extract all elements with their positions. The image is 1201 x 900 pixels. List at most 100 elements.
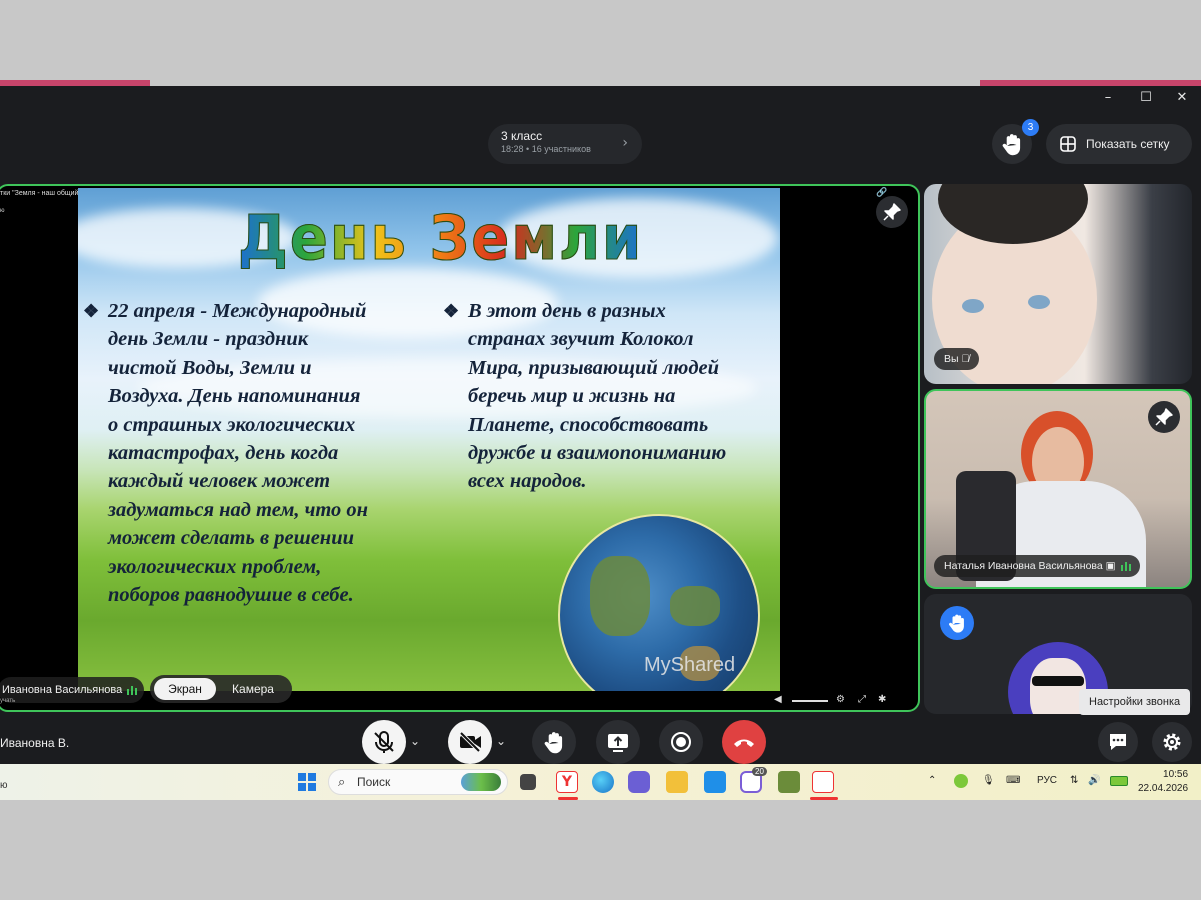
presenter-name-chip: Ивановна Васильянова [0,677,145,703]
slide-text-line: каждый человек может [108,470,331,493]
search-highlight-image [461,773,501,791]
record-button[interactable] [659,720,703,764]
self-video-tile[interactable]: Вы 🎙̸ [924,184,1192,384]
language-indicator[interactable]: РУС [1037,775,1057,786]
slide-text-line: Мира, призывающий людей [468,356,720,379]
participant-count: 16 участников [531,144,591,154]
settings-small-icon[interactable]: ⚙ [836,694,845,705]
windows-taskbar: ю ⌕ Поиск Y 20 ⌃ 🎙 ⌨ РУС ⇅ 🔊 10:56 22.04… [0,764,1201,800]
slide-text-line: о страшных экологических [108,413,356,436]
teacher-name: Наталья Ивановна Васильянова [944,560,1103,572]
self-name-label: Ивановна В. [0,736,70,750]
chat-button[interactable] [1098,722,1138,762]
shared-window-caption: учать [0,698,16,704]
chat-icon [1110,734,1126,750]
task-view-icon[interactable] [520,774,536,790]
tray-keyboard-icon[interactable]: ⌨ [1006,775,1020,786]
volume-icon[interactable]: ◀ [774,694,782,705]
slide-text-line: экологических проблем, [108,555,322,578]
raised-hand-indicator [940,606,974,640]
show-grid-button[interactable]: Показать сетку [1046,124,1192,164]
microphone-toggle-button[interactable] [362,720,406,764]
end-call-button[interactable] [722,720,766,764]
eye [1028,295,1050,309]
active-app-icon[interactable] [812,771,834,793]
tray-mic-icon[interactable]: 🎙 [982,775,995,786]
camera-off-icon [459,731,481,753]
edge-browser-icon[interactable] [592,771,614,793]
slide-left-column: ❖ 22 апреля - Международный день Земли -… [83,297,438,609]
audio-level-icon [1120,562,1131,571]
mic-off-icon: 🎙̸ [961,353,970,365]
screen-view-tab[interactable]: Экран [154,678,216,700]
slide-watermark: MyShared [644,654,736,676]
share-screen-button[interactable] [596,720,640,764]
windows-start-icon[interactable] [296,771,318,793]
hand-icon [949,614,964,633]
shared-document-subtitle: ю [0,208,5,214]
slide-text-line: чистой Воды, Земли и [108,356,312,379]
close-window-button[interactable]: ✕ [1172,88,1192,108]
slide-text-line: всех народов. [468,470,587,493]
globe-land [590,556,650,636]
teacher-video-tile[interactable]: Наталья Ивановна Васильянова ▣ [924,389,1192,589]
pin-participant-button[interactable] [1148,401,1180,433]
notification-badge: 20 [752,767,767,776]
pin-screen-button[interactable] [876,196,908,228]
diamond-bullet-icon: ❖ [443,301,460,321]
screen-share-view[interactable]: тки "Земля - наш общий дом" ю День Земли… [0,184,920,712]
slide-text-line: 22 апреля - Международный [108,300,367,322]
search-icon: ⌕ [338,774,346,789]
call-settings-button[interactable] [1152,722,1192,762]
minecraft-icon[interactable] [778,771,800,793]
share-small-icon[interactable]: ✱ [878,694,886,705]
conference-title: 3 класс [501,129,543,143]
raise-hand-button[interactable] [532,720,576,764]
taskbar-clock[interactable]: 10:56 22.04.2026 [1138,768,1188,796]
file-explorer-icon[interactable] [666,771,688,793]
tray-app-icon[interactable] [954,774,968,788]
minimize-button[interactable]: – [1098,88,1118,108]
sunglasses [1032,676,1084,686]
microphone-options-dropdown[interactable]: ⌄ [410,734,420,748]
camera-toggle-button[interactable] [448,720,492,764]
eye [962,299,984,313]
presentation-slide: День Земли ❖ 22 апреля - Международный д… [78,188,780,691]
tray-chevron-up-icon[interactable]: ⌃ [928,775,936,786]
maximize-button[interactable]: ☐ [1136,88,1156,108]
mic-off-icon [374,731,394,753]
screen-share-icon: ▣ [1105,560,1116,572]
slide-text-line: поборов равнодушие в себе. [108,584,354,607]
taskbar-search-box[interactable]: ⌕ Поиск [328,769,508,795]
store-icon[interactable] [704,771,726,793]
slide-text-line: странах звучит Колокол [468,328,694,351]
active-app-indicator [558,797,578,800]
conference-info-button[interactable]: 3 класс 18:28 • 16 участников › [488,124,642,164]
camera-options-dropdown[interactable]: ⌄ [496,734,506,748]
screen-share-icon [608,734,628,752]
raised-hands-badge: 3 [1022,119,1039,136]
slide-text-line: катастрофах, день когда [108,442,339,465]
volume-slider[interactable] [792,700,828,702]
tray-network-icon[interactable]: ⇅ [1070,775,1078,786]
slide-text-line: Воздуха. День напоминания [108,385,361,408]
conference-time: 18:28 [501,144,524,154]
tray-volume-icon[interactable]: 🔊 [1088,775,1100,786]
taskbar-left-text: ю [0,780,8,791]
grid-icon [1060,136,1076,152]
tray-battery-icon[interactable] [1110,776,1128,786]
conference-meta: 18:28 • 16 участников [501,144,642,154]
teacher-label-chip: Наталья Ивановна Васильянова ▣ [934,555,1140,577]
self-label-chip: Вы 🎙̸ [934,348,980,370]
self-label: Вы [944,353,959,365]
fullscreen-icon[interactable]: ⤢ [858,694,866,705]
teams-icon[interactable] [628,771,650,793]
slide-text-line: может сделать в решении [108,527,354,550]
slide-text-line: Планете, способствовать [468,413,709,436]
camera-view-tab[interactable]: Камера [222,678,284,700]
view-toggle: Экран Камера [150,675,292,703]
clock-time: 10:56 [1163,769,1189,780]
globe-land [670,586,720,626]
yandex-browser-icon[interactable]: Y [556,771,578,793]
chevron-right-icon: › [622,135,628,151]
